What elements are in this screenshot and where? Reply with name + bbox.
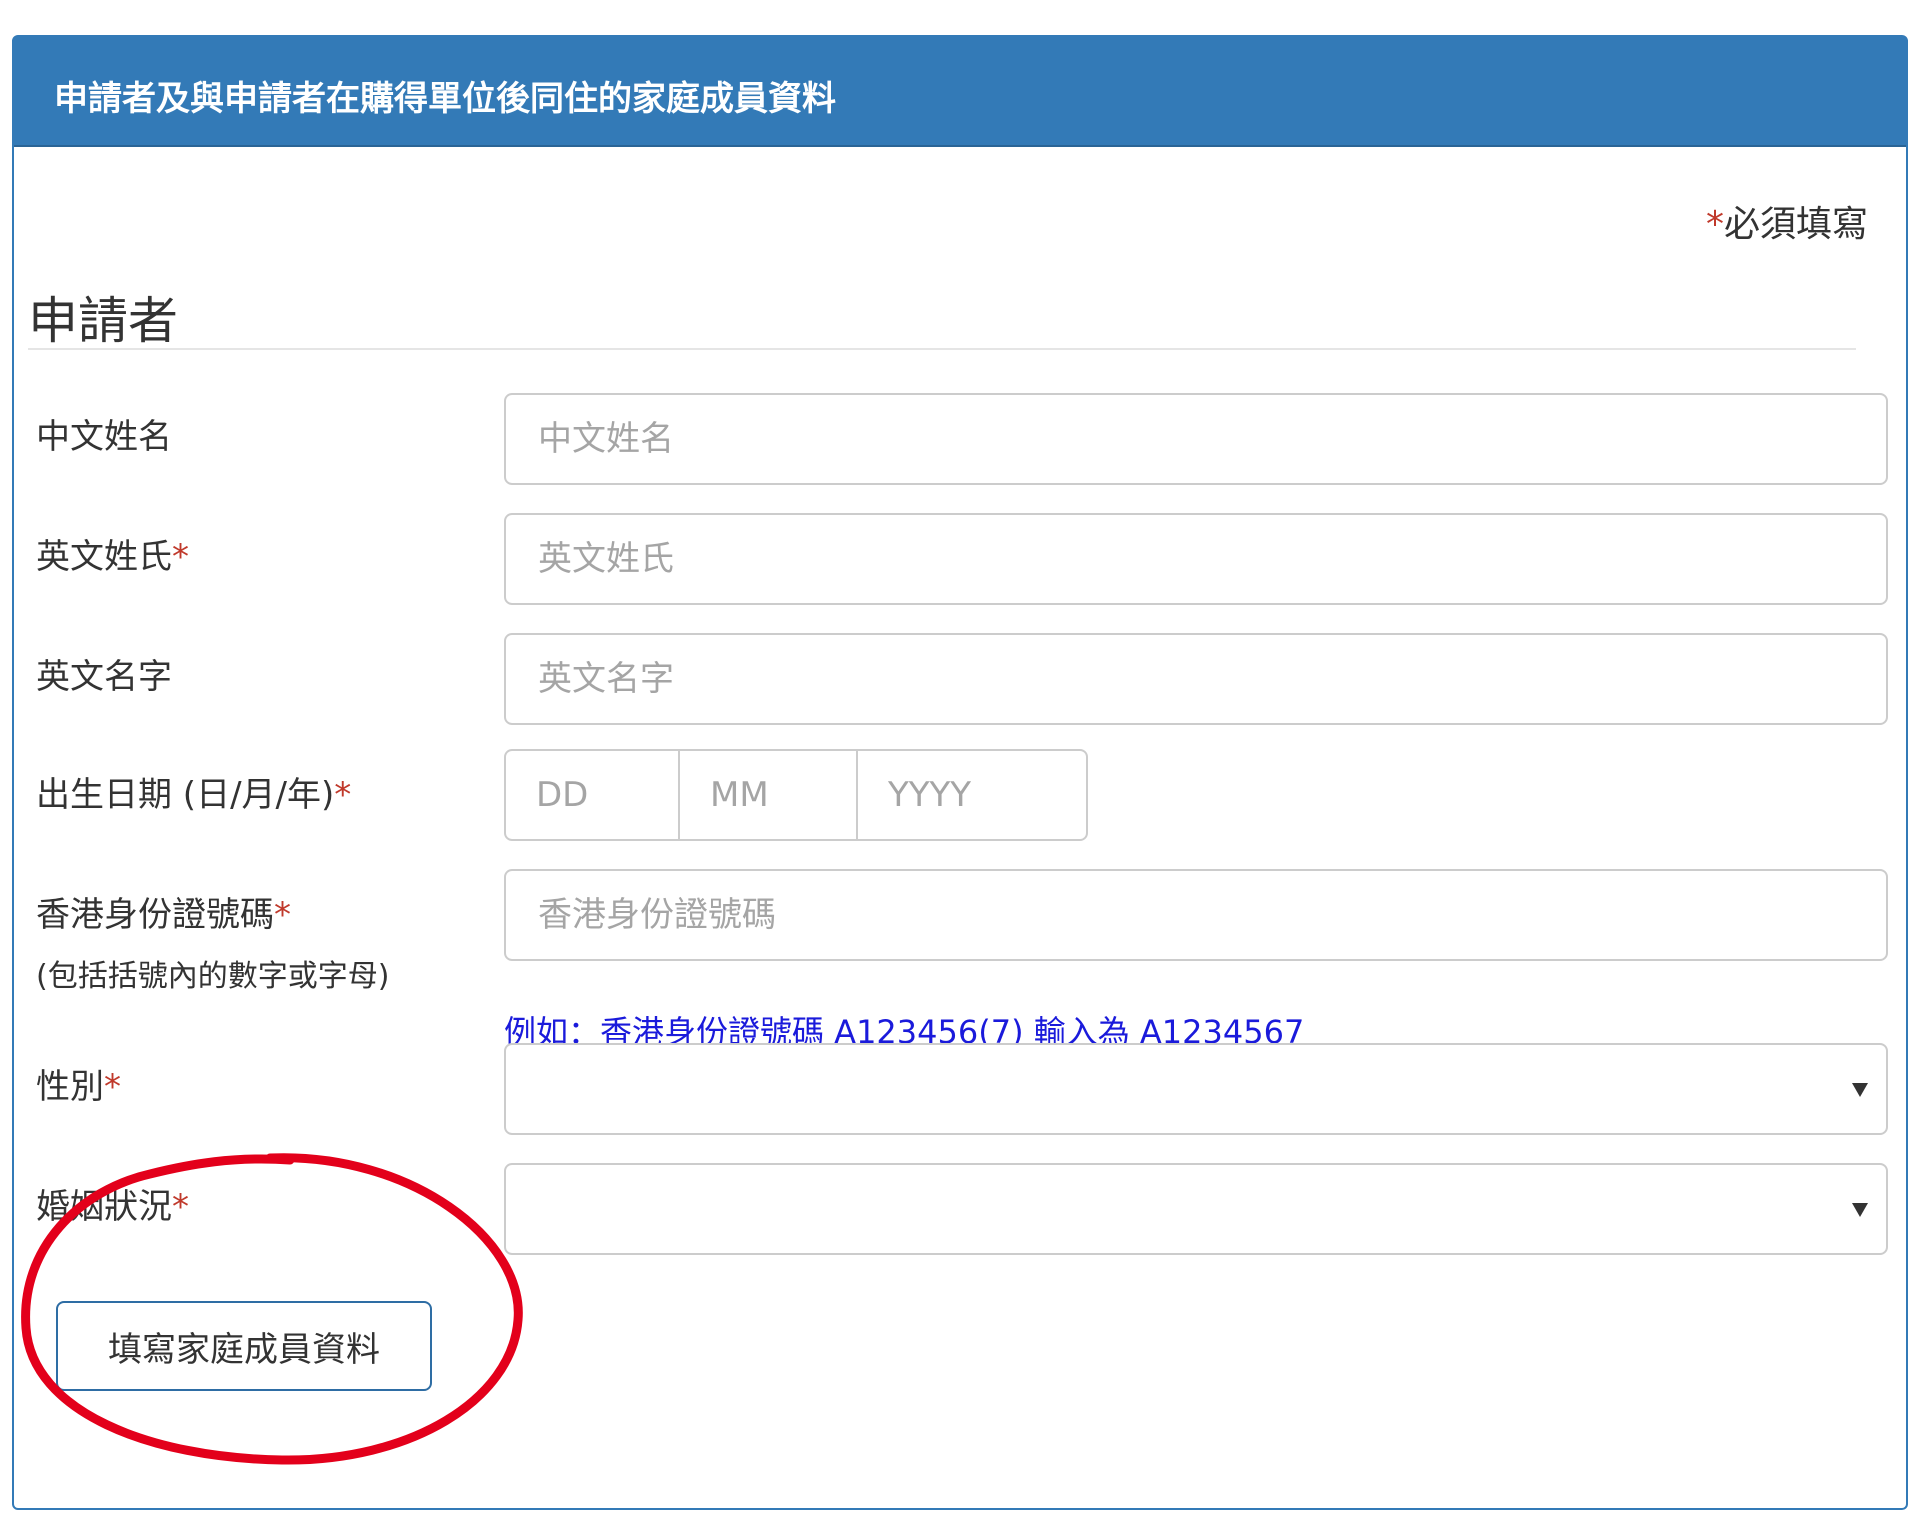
chinese-name-label: 中文姓名 — [36, 417, 172, 457]
hkid-label: 香港身份證號碼* — [36, 895, 291, 935]
chinese-name-input[interactable] — [504, 393, 1888, 485]
hkid-input[interactable] — [504, 869, 1888, 961]
caret-down-icon — [1852, 1083, 1868, 1097]
page: 申請者及與申請者在購得單位後同住的家庭成員資料 *必須填寫 申請者 中文姓名 英… — [0, 0, 1920, 1532]
english-given-name-input[interactable] — [504, 633, 1888, 725]
required-note-text: 必須填寫 — [1723, 204, 1868, 245]
section-title-applicant: 申請者 — [28, 292, 178, 350]
gender-required-mark: * — [104, 1067, 121, 1107]
gender-label: 性別* — [36, 1067, 121, 1107]
date-of-birth-label: 出生日期 (日/月/年)* — [36, 775, 352, 815]
section-divider — [28, 348, 1856, 350]
required-star: * — [1705, 204, 1724, 245]
birth-day-input[interactable] — [504, 749, 680, 841]
english-surname-label: 英文姓氏* — [36, 537, 189, 577]
gender-select[interactable] — [504, 1043, 1888, 1135]
date-of-birth-required-mark: * — [334, 775, 352, 815]
hkid-sublabel: (包括括號內的數字或字母) — [36, 959, 390, 994]
english-given-name-label: 英文名字 — [36, 657, 172, 697]
date-of-birth-group — [504, 749, 1088, 841]
panel-title: 申請者及與申請者在購得單位後同住的家庭成員資料 — [54, 79, 836, 119]
birth-month-input[interactable] — [680, 749, 858, 841]
red-annotation-circle — [21, 1153, 523, 1465]
marital-status-select[interactable] — [504, 1163, 1888, 1255]
english-surname-input[interactable] — [504, 513, 1888, 605]
english-surname-required-mark: * — [172, 537, 189, 577]
hkid-required-mark: * — [274, 895, 291, 935]
caret-down-icon — [1852, 1203, 1868, 1217]
panel-heading: 申請者及與申請者在購得單位後同住的家庭成員資料 — [14, 37, 1906, 147]
required-field-note: *必須填寫 — [1706, 195, 1868, 247]
birth-year-input[interactable] — [858, 749, 1088, 841]
